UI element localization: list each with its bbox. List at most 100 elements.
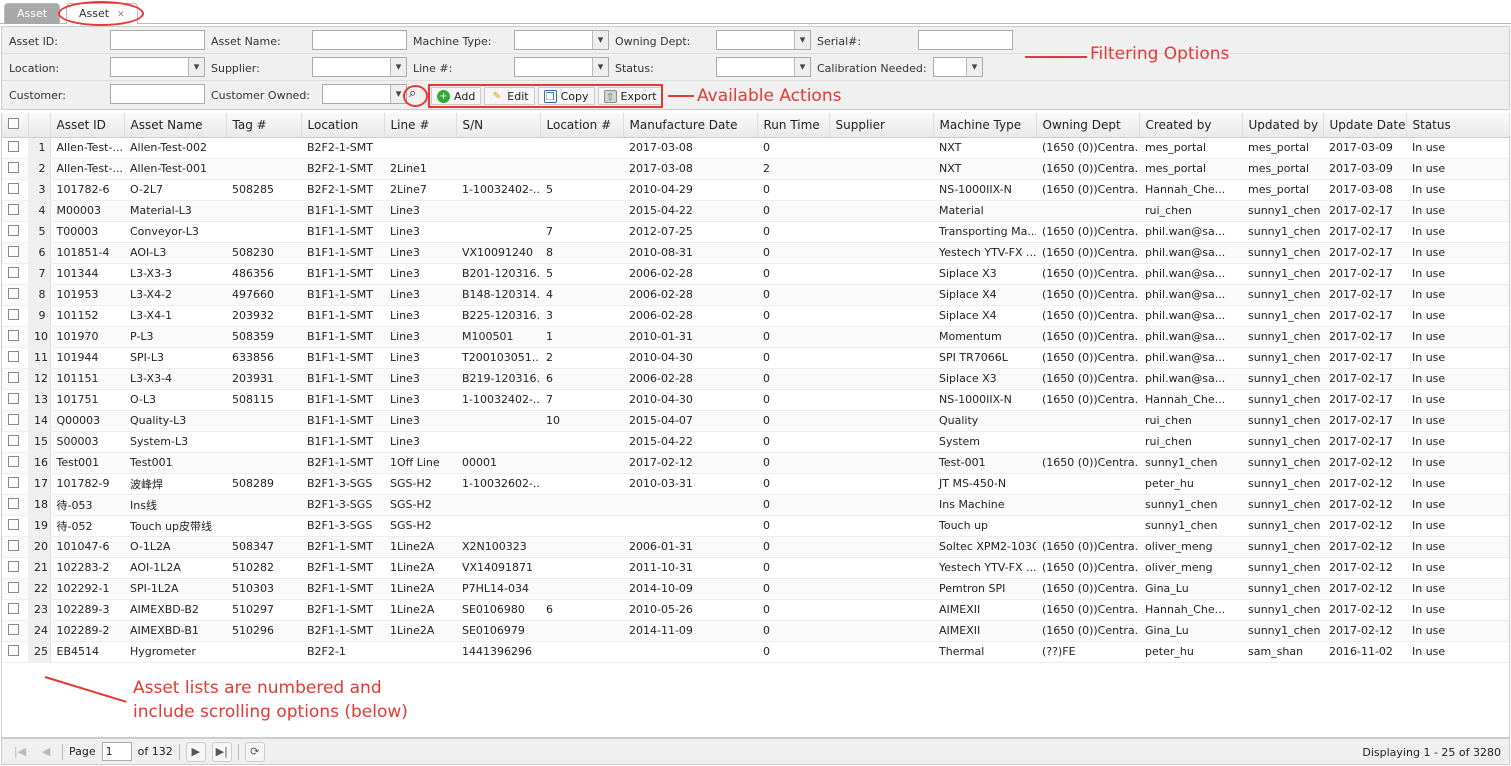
customer-owned-select[interactable] <box>322 84 407 104</box>
refresh-icon[interactable]: ⟳ <box>244 741 265 762</box>
table-row[interactable]: 12 101151 L3-X3-4 203931 B1F1-1-SMT Line3 B219… <box>2 368 1511 390</box>
table-row[interactable]: 13 101751 O-L3 508115 B1F1-1-SMT Line3 1-10032… <box>2 389 1511 411</box>
column-header[interactable]: Manufacture Date <box>623 113 758 138</box>
page-input[interactable]: 1 <box>101 742 132 761</box>
row-checkbox[interactable] <box>8 182 19 194</box>
column-header[interactable]: Updated by <box>1242 113 1324 138</box>
column-header[interactable]: Created by <box>1139 113 1243 138</box>
row-checkbox-cell[interactable] <box>2 431 28 453</box>
table-row[interactable]: 8 101953 L3-X4-2 497660 B1F1-1-SMT Line3 B148-… <box>2 284 1511 306</box>
row-checkbox-cell[interactable] <box>2 368 28 390</box>
table-row[interactable]: 11 101944 SPI-L3 633856 B1F1-1-SMT Line3 T2001… <box>2 347 1511 369</box>
row-checkbox-cell[interactable] <box>2 452 28 474</box>
table-row[interactable]: 10 101970 P-L3 508359 B1F1-1-SMT Line3 M100501… <box>2 326 1511 348</box>
table-row[interactable]: 17 101782-9 波峰焊 508289 B2F1-3-SGS SGS-H2 1-100… <box>2 473 1511 495</box>
row-checkbox-cell[interactable] <box>2 389 28 411</box>
table-row[interactable]: 25 EB4514 Hygrometer B2F2-1 1441396296 0 Therm… <box>2 641 1511 663</box>
line-select[interactable] <box>514 57 609 77</box>
table-row[interactable]: 5 T00003 Conveyor-L3 B1F1-1-SMT Line3 7 2012-0… <box>2 221 1511 243</box>
row-checkbox[interactable] <box>8 161 19 173</box>
row-checkbox[interactable] <box>8 581 19 593</box>
table-row[interactable]: 19 待-052 Touch up皮带线 B2F1-3-SGS SGS-H2 0 Touch… <box>2 515 1511 537</box>
table-row[interactable]: 21 102283-2 AOI-1L2A 510282 B2F1-1-SMT 1Line2… <box>2 557 1511 579</box>
row-checkbox[interactable] <box>8 329 19 341</box>
row-checkbox[interactable] <box>8 539 19 551</box>
row-checkbox[interactable] <box>8 476 19 488</box>
row-checkbox[interactable] <box>8 455 19 467</box>
row-checkbox-cell[interactable] <box>2 263 28 285</box>
row-checkbox-cell[interactable] <box>2 515 28 537</box>
supplier-select[interactable] <box>312 57 407 77</box>
column-header[interactable]: Location # <box>540 113 624 138</box>
table-row[interactable]: 14 Q00003 Quality-L3 B1F1-1-SMT Line3 10 2015-… <box>2 410 1511 432</box>
row-checkbox[interactable] <box>8 203 19 215</box>
table-row[interactable]: 3 101782-6 O-2L7 508285 B2F2-1-SMT 2Line7 1-10… <box>2 179 1511 201</box>
prev-page-icon[interactable]: ◀ <box>36 742 56 762</box>
calibration-select[interactable] <box>933 57 983 77</box>
row-checkbox-cell[interactable] <box>2 557 28 579</box>
row-checkbox[interactable] <box>8 371 19 383</box>
column-header[interactable]: Supplier <box>829 113 934 138</box>
row-checkbox-cell[interactable] <box>2 473 28 495</box>
row-checkbox-cell[interactable] <box>2 242 28 264</box>
row-checkbox-cell[interactable] <box>2 641 28 663</box>
column-header[interactable]: Owning Dept <box>1036 113 1140 138</box>
serial-input[interactable] <box>918 30 1013 50</box>
row-checkbox[interactable] <box>8 224 19 236</box>
table-row[interactable]: 15 S00003 System-L3 B1F1-1-SMT Line3 2015-04-… <box>2 431 1511 453</box>
row-checkbox-cell[interactable] <box>2 599 28 621</box>
column-header[interactable]: Line # <box>384 113 457 138</box>
row-checkbox-cell[interactable] <box>2 200 28 222</box>
table-row[interactable]: 2 Allen-Test-... Allen-Test-001 B2F2-1-SMT 2… <box>2 158 1511 180</box>
column-header[interactable]: Asset ID <box>50 113 125 138</box>
row-checkbox[interactable] <box>8 287 19 299</box>
column-header[interactable]: Status <box>1406 113 1510 138</box>
table-row[interactable]: 24 102289-2 AIMEXBD-B1 510296 B2F1-1-SMT 1Lin… <box>2 620 1511 642</box>
row-checkbox-cell[interactable] <box>2 305 28 327</box>
table-row[interactable]: 1 Allen-Test-... Allen-Test-002 B2F2-1-SMT 2… <box>2 137 1511 159</box>
last-page-icon[interactable]: ▶| <box>211 741 232 762</box>
row-checkbox-cell[interactable] <box>2 494 28 516</box>
asset-id-input[interactable] <box>110 30 205 50</box>
row-checkbox-cell[interactable] <box>2 137 28 159</box>
location-select[interactable] <box>110 57 205 77</box>
table-row[interactable]: 4 M00003 Material-L3 B1F1-1-SMT Line3 2015-04… <box>2 200 1511 222</box>
table-row[interactable]: 20 101047-6 O-1L2A 508347 B2F1-1-SMT 1Line2A X… <box>2 536 1511 558</box>
row-checkbox[interactable] <box>8 140 19 152</box>
row-checkbox[interactable] <box>8 644 19 656</box>
row-checkbox[interactable] <box>8 308 19 320</box>
row-checkbox-cell[interactable] <box>2 221 28 243</box>
select-all-checkbox[interactable] <box>8 117 19 129</box>
row-checkbox-cell[interactable] <box>2 158 28 180</box>
table-row[interactable]: 16 Test001 Test001 B2F1-1-SMT 1Off Line 00001… <box>2 452 1511 474</box>
table-row[interactable]: 6 101851-4 AOI-L3 508230 B1F1-1-SMT Line3 VX10… <box>2 242 1511 264</box>
asset-name-input[interactable] <box>312 30 407 50</box>
table-row[interactable]: 7 101344 L3-X3-3 486356 B1F1-1-SMT Line3 B201-… <box>2 263 1511 285</box>
row-checkbox[interactable] <box>8 434 19 446</box>
row-checkbox[interactable] <box>8 518 19 530</box>
first-page-icon[interactable]: |◀ <box>10 742 30 762</box>
row-checkbox[interactable] <box>8 245 19 257</box>
tab-asset-1[interactable]: Asset <box>4 3 61 24</box>
column-header[interactable]: Run Time <box>757 113 830 138</box>
table-row[interactable]: 22 102292-1 SPI-1L2A 510303 B2F1-1-SMT 1Line2… <box>2 578 1511 600</box>
status-select[interactable] <box>716 57 811 77</box>
row-checkbox[interactable] <box>8 350 19 362</box>
row-checkbox-cell[interactable] <box>2 347 28 369</box>
row-checkbox[interactable] <box>8 497 19 509</box>
row-checkbox-cell[interactable] <box>2 410 28 432</box>
select-all-header[interactable] <box>2 113 29 138</box>
column-header[interactable]: Location <box>301 113 385 138</box>
row-checkbox-cell[interactable] <box>2 578 28 600</box>
row-checkbox[interactable] <box>8 266 19 278</box>
owning-dept-select[interactable] <box>716 30 811 50</box>
table-row[interactable]: 18 待-053 Ins线 B2F1-3-SGS SGS-H2 0 Ins Machine s… <box>2 494 1511 516</box>
column-header[interactable]: Asset Name <box>124 113 227 138</box>
row-checkbox-cell[interactable] <box>2 620 28 642</box>
row-checkbox-cell[interactable] <box>2 536 28 558</box>
table-row[interactable]: 9 101152 L3-X4-1 203932 B1F1-1-SMT Line3 B225-… <box>2 305 1511 327</box>
column-header[interactable]: Tag # <box>226 113 302 138</box>
row-checkbox-cell[interactable] <box>2 284 28 306</box>
row-checkbox-cell[interactable] <box>2 179 28 201</box>
column-header[interactable]: Update Date <box>1323 113 1407 138</box>
